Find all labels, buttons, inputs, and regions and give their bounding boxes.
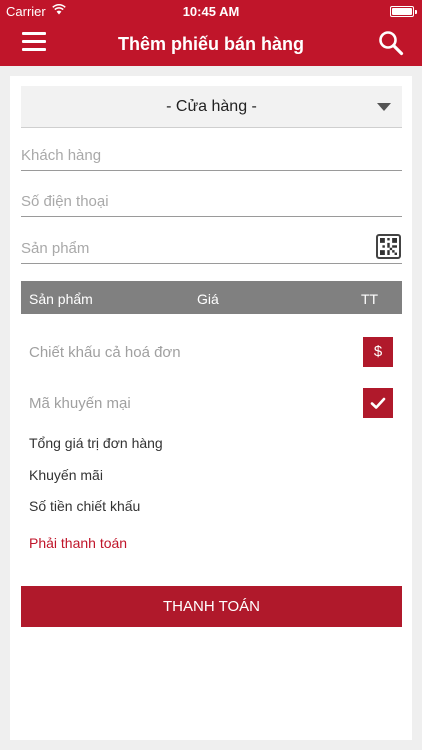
phone-field[interactable] — [21, 187, 402, 217]
dollar-icon: $ — [373, 343, 383, 360]
qr-code-icon[interactable] — [376, 234, 401, 259]
amount-due-label: Phải thanh toán — [29, 535, 128, 551]
product-field[interactable] — [21, 234, 402, 264]
order-total-label: Tổng giá trị đơn hàng — [29, 435, 163, 451]
status-bar: Carrier 10:45 AM — [0, 0, 422, 22]
status-time: 10:45 AM — [182, 4, 240, 19]
discount-amount-label: Số tiền chiết khấu — [29, 498, 141, 514]
column-header-price: Giá — [197, 291, 219, 307]
column-header-product: Sản phẩm — [29, 291, 93, 307]
page-title: Thêm phiếu bán hàng — [117, 34, 304, 54]
store-select-value: - Cửa hàng - — [166, 98, 257, 115]
promo-code-label: Mã khuyến mại — [29, 395, 131, 412]
column-header-total: TT — [361, 291, 379, 307]
promo-apply-button[interactable] — [363, 388, 393, 418]
store-select[interactable]: - Cửa hàng - — [21, 86, 402, 128]
invoice-discount-label: Chiết khấu cả hoá đơn — [29, 344, 181, 361]
invoice-discount-button[interactable]: $ — [363, 337, 393, 367]
battery-icon — [390, 6, 417, 17]
product-table-header: Sản phẩm Giá TT — [21, 281, 402, 314]
nav-bar: Thêm phiếu bán hàng — [0, 22, 422, 66]
promotion-label: Khuyến mãi — [29, 467, 103, 483]
chevron-down-icon — [377, 103, 391, 111]
search-icon[interactable] — [378, 30, 404, 56]
pay-button[interactable]: THANH TOÁN — [21, 586, 402, 627]
customer-field[interactable] — [21, 141, 402, 171]
checkmark-icon — [370, 397, 386, 409]
